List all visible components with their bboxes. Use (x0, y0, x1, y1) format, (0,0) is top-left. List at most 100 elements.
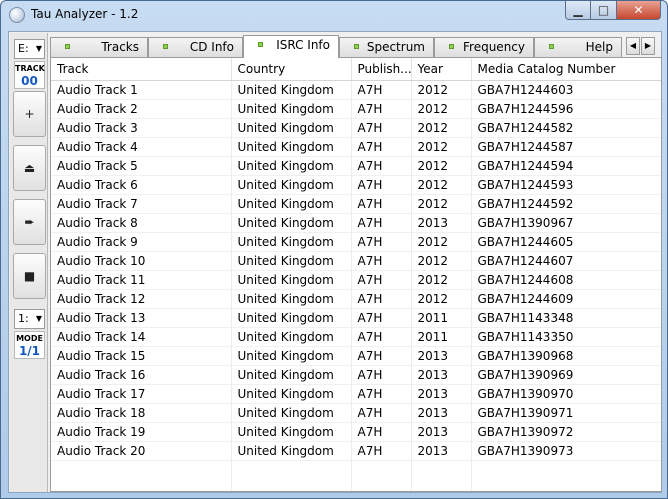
table-row[interactable]: Audio Track 6 United Kingdom A7H 2012 GBA7H1… (51, 175, 661, 195)
table-row[interactable]: Audio Track 1 United Kingdom A7H 2012 GBA7H1… (51, 80, 661, 100)
tab-spectrum[interactable]: Spectrum (339, 37, 434, 57)
eject-button[interactable]: ⏏ (13, 145, 46, 191)
catalog-number-cell: GBA7H1143350 (471, 327, 661, 347)
table-row[interactable]: Audio Track 5 United Kingdom A7H 2012 GBA7H1… (51, 156, 661, 176)
year-cell: 2012 (411, 137, 472, 157)
catalog-number-cell: GBA7H1244593 (471, 175, 661, 195)
catalog-number-cell: GBA7H1244607 (471, 251, 661, 271)
maximize-button[interactable]: □ (591, 1, 617, 20)
table-row[interactable]: Audio Track 17 United Kingdom A7H 2013 GBA7H… (51, 384, 661, 404)
year-cell: 2012 (411, 270, 472, 290)
country-cell: United Kingdom (231, 99, 352, 119)
publisher-cell: A7H (351, 137, 412, 157)
year-cell: 2012 (411, 232, 472, 252)
catalog-number-cell: GBA7H1244592 (471, 194, 661, 214)
country-cell: United Kingdom (231, 175, 352, 195)
tab-label: Tracks (101, 40, 139, 54)
country-cell: United Kingdom (231, 346, 352, 366)
table-row[interactable]: Audio Track 11 United Kingdom A7H 2012 GBA7H… (51, 270, 661, 290)
year-cell: 2012 (411, 118, 472, 138)
year-cell: 2012 (411, 99, 472, 119)
track-cell: Audio Track 1 (51, 80, 232, 100)
year-cell: 2011 (411, 308, 472, 328)
close-button[interactable]: ✕ (617, 1, 661, 20)
tab-frequency[interactable]: Frequency (434, 37, 534, 57)
track-cell: Audio Track 17 (51, 384, 232, 404)
tab-isrc-info[interactable]: ISRC Info (243, 35, 339, 58)
play-button[interactable]: ➨ (13, 199, 46, 245)
year-cell: 2012 (411, 80, 472, 100)
track-cell: Audio Track 15 (51, 346, 232, 366)
catalog-number-cell: GBA7H1244596 (471, 99, 661, 119)
year-cell: 2013 (411, 213, 472, 233)
column-header-year[interactable]: Year (411, 58, 472, 81)
year-cell: 2013 (411, 346, 472, 366)
country-cell: United Kingdom (231, 251, 352, 271)
table-row[interactable]: Audio Track 9 United Kingdom A7H 2012 GBA7H1… (51, 232, 661, 252)
column-header-publisher[interactable]: Publish... (351, 58, 412, 81)
table-row[interactable]: Audio Track 8 United Kingdom A7H 2013 GBA7H1… (51, 213, 661, 233)
stop-button[interactable]: ■ (13, 253, 46, 299)
column-header-track[interactable]: Track (51, 58, 232, 81)
publisher-cell: A7H (351, 384, 412, 404)
title-bar[interactable]: Tau Analyzer - 1.2 ▁ □ ✕ (1, 1, 667, 29)
country-cell: United Kingdom (231, 137, 352, 157)
track-cell: Audio Track 16 (51, 365, 232, 385)
table-row[interactable]: Audio Track 15 United Kingdom A7H 2013 GBA7H… (51, 346, 661, 366)
country-cell: United Kingdom (231, 441, 352, 461)
country-cell: United Kingdom (231, 289, 352, 309)
track-cell: Audio Track 9 (51, 232, 232, 252)
publisher-cell: A7H (351, 156, 412, 176)
year-cell: 2013 (411, 365, 472, 385)
publisher-cell: A7H (351, 251, 412, 271)
table-row[interactable]: Audio Track 2 United Kingdom A7H 2012 GBA7H1… (51, 99, 661, 119)
table-header-row: Track Country Publish... Year Media Cata… (51, 58, 661, 81)
tab-tracks[interactable]: Tracks (50, 37, 148, 57)
track-cell: Audio Track 10 (51, 251, 232, 271)
table-row[interactable]: Audio Track 13 United Kingdom A7H 2011 GBA7H… (51, 308, 661, 328)
tab-scroll-right-icon[interactable]: ▶ (641, 37, 655, 55)
table-row[interactable]: Audio Track 4 United Kingdom A7H 2012 GBA7H1… (51, 137, 661, 157)
table-row[interactable]: Audio Track 12 United Kingdom A7H 2012 GBA7H… (51, 289, 661, 309)
catalog-number-cell: GBA7H1390969 (471, 365, 661, 385)
table-row[interactable]: Audio Track 7 United Kingdom A7H 2012 GBA7H1… (51, 194, 661, 214)
country-cell: United Kingdom (231, 232, 352, 252)
track-cell: Audio Track 8 (51, 213, 232, 233)
year-cell: 2013 (411, 441, 472, 461)
table-row[interactable]: Audio Track 10 United Kingdom A7H 2012 GBA7H… (51, 251, 661, 271)
table-row[interactable]: Audio Track 14 United Kingdom A7H 2011 GBA7H… (51, 327, 661, 347)
tab-scroll-left-icon[interactable]: ◀ (626, 37, 640, 55)
empty-cell (231, 460, 352, 491)
year-cell: 2011 (411, 327, 472, 347)
catalog-number-cell: GBA7H1244605 (471, 232, 661, 252)
track-cell: Audio Track 7 (51, 194, 232, 214)
country-cell: United Kingdom (231, 156, 352, 176)
add-button[interactable]: + (13, 91, 46, 137)
country-cell: United Kingdom (231, 422, 352, 442)
publisher-cell: A7H (351, 441, 412, 461)
catalog-number-cell: GBA7H1244587 (471, 137, 661, 157)
table-row[interactable]: Audio Track 18 United Kingdom A7H 2013 GBA7H… (51, 403, 661, 423)
drive-select[interactable]: E: ▼ (14, 39, 45, 59)
table-row[interactable]: Audio Track 16 United Kingdom A7H 2013 GBA7H… (51, 365, 661, 385)
table-row[interactable]: Audio Track 20 United Kingdom A7H 2013 GBA7H… (51, 441, 661, 461)
table-row[interactable]: Audio Track 19 United Kingdom A7H 2013 GBA7H… (51, 422, 661, 442)
empty-cell (51, 460, 232, 491)
tab-cd-info[interactable]: CD Info (148, 37, 243, 57)
tab-help[interactable]: Help (534, 37, 622, 57)
minimize-button[interactable]: ▁ (565, 1, 591, 20)
publisher-cell: A7H (351, 80, 412, 100)
track-cell: Audio Track 4 (51, 137, 232, 157)
year-cell: 2012 (411, 251, 472, 271)
column-header-catalog-number[interactable]: Media Catalog Number (471, 58, 661, 81)
empty-cell (411, 460, 472, 491)
country-cell: United Kingdom (231, 308, 352, 328)
table-row[interactable]: Audio Track 3 United Kingdom A7H 2012 GBA7H1… (51, 118, 661, 138)
tab-strip: Tracks CD Info ISRC Info Spectrum Freque… (50, 35, 662, 58)
mode-counter-label: MODE (16, 334, 43, 343)
column-header-country[interactable]: Country (231, 58, 352, 81)
year-cell: 2013 (411, 384, 472, 404)
year-cell: 2012 (411, 175, 472, 195)
mode-select[interactable]: 1: ▼ (14, 309, 45, 329)
mode-select-value: 1: (18, 312, 29, 325)
